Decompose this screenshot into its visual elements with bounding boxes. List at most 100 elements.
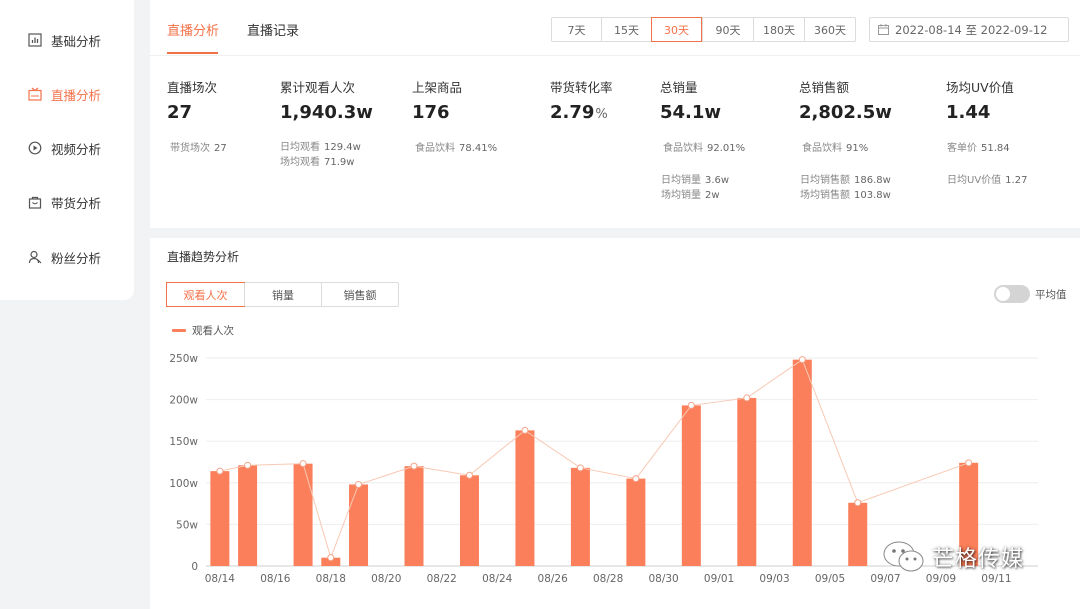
bar — [626, 478, 646, 566]
sidebar-item-label: 带货分析 — [51, 195, 102, 211]
metric-sub-label: 日均销量 — [661, 175, 701, 186]
bar — [515, 430, 535, 566]
metric-unit: % — [595, 107, 608, 122]
metric-number: 176 — [412, 102, 450, 123]
sidebar-item-video[interactable]: 视频分析 — [28, 136, 101, 160]
data-point — [410, 462, 418, 470]
sidebar-item-fans[interactable]: 粉丝分析 — [28, 245, 101, 269]
range-180d-button[interactable]: 180天 — [753, 18, 804, 41]
bar — [681, 405, 701, 566]
metric-sub: 场均销量 2w — [661, 186, 720, 201]
range-360d-button[interactable]: 360天 — [804, 18, 855, 41]
divider — [150, 55, 1080, 56]
metric-sub: 日均销量 3.6w — [661, 171, 729, 186]
sidebar-item-label: 粉丝分析 — [51, 250, 102, 266]
metric-sub: 场均观看 71.9w — [280, 153, 354, 168]
range-7d-button[interactable]: 7天 — [552, 18, 601, 41]
metric-number: 54.1w — [660, 102, 722, 123]
bar — [293, 463, 313, 566]
metric-number: 27 — [167, 102, 193, 123]
metric-sub-label: 场均销售额 — [800, 190, 850, 201]
metric-sub-label: 场均观看 — [280, 157, 320, 168]
shopping-bag-icon — [28, 196, 42, 209]
date-range-picker[interactable]: 2022-08-14 至 2022-09-12 — [869, 17, 1069, 42]
metric-sub-value: 2w — [705, 190, 720, 201]
legend-swatch — [172, 329, 186, 332]
data-point — [299, 460, 307, 468]
tab-underline — [167, 52, 218, 54]
tab-live-analysis[interactable]: 直播分析 — [167, 20, 219, 39]
sidebar-item-label: 视频分析 — [51, 141, 102, 157]
data-point — [576, 464, 584, 472]
metric-sub-label: 食品饮料 — [415, 143, 455, 154]
data-point — [244, 461, 252, 469]
data-point — [687, 401, 695, 409]
sidebar-item-basic[interactable]: 基础分析 — [28, 28, 101, 52]
sidebar-item-goods[interactable]: 带货分析 — [28, 190, 101, 214]
metric-sub-value: 103.8w — [854, 190, 891, 201]
data-point — [216, 467, 224, 475]
metric-sub: 日均观看 129.4w — [280, 138, 361, 153]
x-tick-label: 08/24 — [482, 573, 513, 585]
x-tick-label: 08/14 — [205, 573, 236, 585]
metric-sub-label: 日均观看 — [280, 142, 320, 153]
x-tick-label: 09/05 — [815, 573, 845, 585]
calendar-icon — [878, 24, 889, 35]
x-tick-label: 08/26 — [538, 573, 569, 585]
bar — [737, 397, 757, 566]
metric-number: 1,940.3w — [280, 102, 373, 123]
bar — [792, 359, 812, 566]
metric-value: 176 — [412, 102, 450, 123]
x-tick-label: 09/11 — [981, 573, 1011, 585]
x-tick-label: 09/01 — [704, 573, 734, 585]
metric-sub-label: 日均UV价值 — [947, 175, 1002, 186]
data-point — [965, 459, 973, 467]
average-toggle[interactable] — [994, 285, 1030, 303]
data-point — [854, 499, 862, 507]
y-tick-label: 100w — [169, 478, 198, 490]
range-15d-button[interactable]: 15天 — [601, 18, 651, 41]
metric-sub-label: 带货场次 — [170, 143, 210, 154]
range-90d-button[interactable]: 90天 — [702, 18, 753, 41]
bar — [570, 467, 590, 566]
x-tick-label: 09/07 — [870, 573, 900, 585]
data-point — [355, 480, 363, 488]
metric-sub: 日均销售额 186.8w — [800, 171, 891, 186]
x-tick-label: 08/30 — [648, 573, 678, 585]
sidebar-item-live[interactable]: 直播分析 — [28, 82, 101, 106]
bar — [404, 466, 424, 566]
tab-views[interactable]: 观看人次 — [166, 282, 245, 307]
x-tick-label: 08/16 — [260, 573, 291, 585]
tab-live-records[interactable]: 直播记录 — [247, 20, 299, 39]
watermark: 芒格传媒 — [882, 540, 1024, 574]
metric-number: 2.79 — [550, 102, 595, 123]
average-toggle-label: 平均值 — [1035, 289, 1067, 301]
metric-label: 场均UV价值 — [946, 80, 1014, 95]
summary-panel: 直播分析 直播记录 7天 15天 30天 90天 180天 360天 2022-… — [150, 0, 1080, 228]
range-30d-button[interactable]: 30天 — [651, 17, 702, 42]
bar — [238, 465, 258, 566]
data-point — [327, 554, 335, 562]
tab-sales-amount[interactable]: 销售额 — [321, 283, 398, 306]
metric-value: 1.44 — [946, 102, 990, 123]
metric-number: 1.44 — [946, 102, 991, 123]
date-range-text: 2022-08-14 至 2022-09-12 — [895, 22, 1048, 37]
data-point — [798, 356, 806, 364]
metric-label: 总销售额 — [799, 80, 850, 95]
x-tick-label: 08/28 — [593, 573, 623, 585]
data-point — [521, 426, 529, 434]
sidebar: 基础分析 直播分析 视频分析 带货分析 粉丝分析 — [0, 0, 134, 300]
toggle-knob — [996, 287, 1010, 301]
chart-legend: 观看人次 — [172, 323, 234, 338]
y-tick-label: 200w — [169, 395, 198, 407]
metric-sub: 日均UV价值 1.27 — [947, 171, 1027, 186]
user-icon — [28, 250, 42, 264]
metric-sub-label: 日均销售额 — [800, 175, 850, 186]
metric-value: 2.79% — [550, 102, 608, 123]
y-tick-label: 150w — [169, 436, 198, 448]
x-tick-label: 08/22 — [427, 573, 457, 585]
metric-sub-value: 92.01% — [707, 143, 746, 154]
metric-sub-value: 186.8w — [854, 175, 891, 186]
bar — [210, 471, 230, 566]
tab-sales-volume[interactable]: 销量 — [244, 283, 321, 306]
